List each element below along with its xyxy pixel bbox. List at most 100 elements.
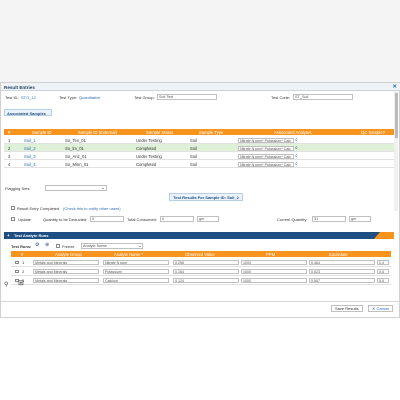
run-options-icon[interactable]: ⚙ <box>35 243 39 248</box>
col-analyte-group: Analyte Group <box>55 251 82 257</box>
samples-table-header: # Sample ID Sample ID (External) Sample … <box>4 129 394 135</box>
sample-id-external: So_lm_01 <box>65 145 84 151</box>
freeze-column-select[interactable]: Analyte Name <box>81 243 143 249</box>
current-unit-field[interactable]: gm <box>349 216 371 222</box>
analyte-name-field[interactable]: Nitrate N ppm <box>103 259 169 265</box>
freeze-label: Freeze <box>62 244 75 249</box>
current-quantity-field[interactable]: 31 <box>312 216 346 222</box>
test-group-label: Test Group: <box>134 95 155 100</box>
observed-value-field[interactable]: 0.256 <box>173 259 239 265</box>
sample-row-selected[interactable]: 2 Soil_2 So_lm_01 Completed Soil Nitrate… <box>4 144 394 152</box>
sample-type: Soil <box>190 137 197 143</box>
sample-id-external: So_Ariz_01 <box>65 153 87 159</box>
total-consumed-label: Total Consumed: <box>127 217 158 222</box>
notify-users-link[interactable]: (Check this to notify other users) <box>63 206 121 211</box>
plus-icon[interactable]: + <box>7 233 10 238</box>
analyte-group-field[interactable]: Metals and Minerals <box>33 277 99 283</box>
search-icon[interactable]: ⌕ <box>295 161 298 167</box>
row-checkbox[interactable] <box>15 269 19 273</box>
window-title: Result Entries <box>4 84 35 90</box>
observed-value-field[interactable]: 0.124 <box>173 277 239 283</box>
header-accent <box>374 232 394 239</box>
search-icon[interactable]: ⌕ <box>295 145 298 151</box>
ppm-field[interactable]: 1000 <box>241 277 307 283</box>
result-entries-window: Result Entries ✕ Test ID: STG_12 Test Ty… <box>0 82 400 318</box>
sample-status: Under Testing <box>136 137 162 143</box>
analyte-name-field[interactable]: Calcium <box>103 277 169 283</box>
cancel-button[interactable]: ✕ Cancel <box>368 305 393 312</box>
sample-id-link[interactable]: Soil_4 <box>24 162 36 167</box>
extra-field[interactable]: 5.5 <box>377 277 389 283</box>
col-observed-value: Observed Value <box>185 251 215 257</box>
quantity-deducted-field[interactable]: 0 <box>90 216 124 222</box>
flagging-sets-label: Flagging Sets <box>5 186 30 191</box>
observed-value-field[interactable]: 0.164 <box>173 268 239 274</box>
sample-type: Soil <box>190 161 197 167</box>
extra-field[interactable]: 0.4 <box>377 259 389 265</box>
sample-type: Soil <box>190 145 197 151</box>
analyte-row: 3 Metals and Minerals Calcium 0.124 1000… <box>11 276 391 285</box>
analyte-row: 2 Metals and Minerals Potassium 0.164 10… <box>11 267 391 276</box>
sample-row[interactable]: 3 Soil_3 So_Ariz_01 Under Testing Soil N… <box>4 152 394 160</box>
col-sample-status: Sample Status <box>146 129 174 135</box>
sample-id-link[interactable]: Soil_1 <box>24 138 36 143</box>
current-quantity-label: Current Quantity: <box>277 217 308 222</box>
row-number: 2 <box>22 269 25 274</box>
test-code-label: Test Code: <box>271 95 291 100</box>
analyte-group-field[interactable]: Metals and Minerals <box>33 259 99 265</box>
equivdate-field[interactable]: 0.464 <box>309 259 375 265</box>
row-number: 1 <box>8 137 11 143</box>
update-checkbox[interactable] <box>11 217 15 221</box>
row-number: 2 <box>8 145 11 151</box>
test-code-field[interactable]: ST_Soil <box>293 94 353 100</box>
sample-status: Completed <box>136 145 157 151</box>
col-sample-id: Sample ID <box>32 129 52 135</box>
chevron-down-icon[interactable]: ⌄ <box>138 243 142 249</box>
analyte-group-field[interactable]: Metals and Minerals <box>33 268 99 274</box>
sample-row[interactable]: 4 Soil_4 So_Minn_01 Completed Soil Nitra… <box>4 160 394 168</box>
associated-analytes-field[interactable]: Nitrate N ppm* Potassium* Calc <box>238 137 294 143</box>
result-entry-completed-checkbox[interactable] <box>11 206 15 210</box>
flagging-sets-select[interactable] <box>45 185 107 191</box>
row-number: 4 <box>8 161 11 167</box>
grid-tool-icon[interactable]: ⊞ <box>18 279 24 287</box>
ppm-field[interactable]: 1000 <box>241 259 307 265</box>
link-tool-icon[interactable]: ⚲ <box>4 281 8 288</box>
sample-id-link[interactable]: Soil_3 <box>24 154 36 159</box>
sample-id-external: So_Tex_01 <box>65 137 86 143</box>
analyte-name-field[interactable]: Potassium <box>103 268 169 274</box>
row-number: 3 <box>8 153 11 159</box>
total-consumed-field[interactable]: 0 <box>160 216 194 222</box>
associated-analytes-field[interactable]: Nitrate N ppm* Potassium* Calc <box>238 145 294 151</box>
scrollbar-thumb[interactable] <box>394 93 398 138</box>
add-run-icon[interactable]: ⊕ <box>45 243 49 248</box>
test-group-field[interactable]: Soil Test <box>157 94 217 100</box>
vertical-scrollbar[interactable] <box>394 91 398 211</box>
chevron-down-icon[interactable]: ⌄ <box>101 185 105 191</box>
row-checkbox[interactable] <box>15 260 19 264</box>
close-icon[interactable]: ✕ <box>392 84 397 90</box>
equivdate-field[interactable]: 0.567 <box>309 277 375 283</box>
ppm-field[interactable]: 1000 <box>241 268 307 274</box>
sample-id-external: So_Minn_01 <box>65 161 89 167</box>
equivdate-field[interactable]: 0.023 <box>309 268 375 274</box>
search-icon[interactable]: ⌕ <box>295 137 298 143</box>
associated-analytes-field[interactable]: Nitrate N ppm* Potassium* Calc <box>238 161 294 167</box>
row-number: 1 <box>22 260 25 265</box>
search-icon[interactable]: ⌕ <box>295 153 298 159</box>
test-type-label: Test Type: <box>59 95 78 100</box>
result-entry-completed-label: Result Entry Completed <box>17 206 60 211</box>
col-associated-analytes: Associated Analytes <box>274 129 312 135</box>
test-id-value: STG_12 <box>21 95 36 100</box>
test-analyte-runs-header[interactable]: + Test Analyte Runs <box>4 232 394 239</box>
sample-id-link[interactable]: Soil_2 <box>24 146 36 151</box>
associated-samples-header[interactable]: Associated Samples <box>4 109 52 116</box>
unit-field[interactable]: gm <box>197 216 219 222</box>
save-results-button[interactable]: Save Results <box>331 305 363 312</box>
sample-row[interactable]: 1 Soil_1 So_Tex_01 Under Testing Soil Ni… <box>4 136 394 144</box>
extra-field[interactable]: 0.6 <box>377 268 389 274</box>
col-number: # <box>21 251 24 257</box>
freeze-checkbox[interactable] <box>56 244 60 248</box>
associated-analytes-field[interactable]: Nitrate N ppm* Potassium* Calc <box>238 153 294 159</box>
col-sample-id-external: Sample ID (External) <box>78 129 117 135</box>
